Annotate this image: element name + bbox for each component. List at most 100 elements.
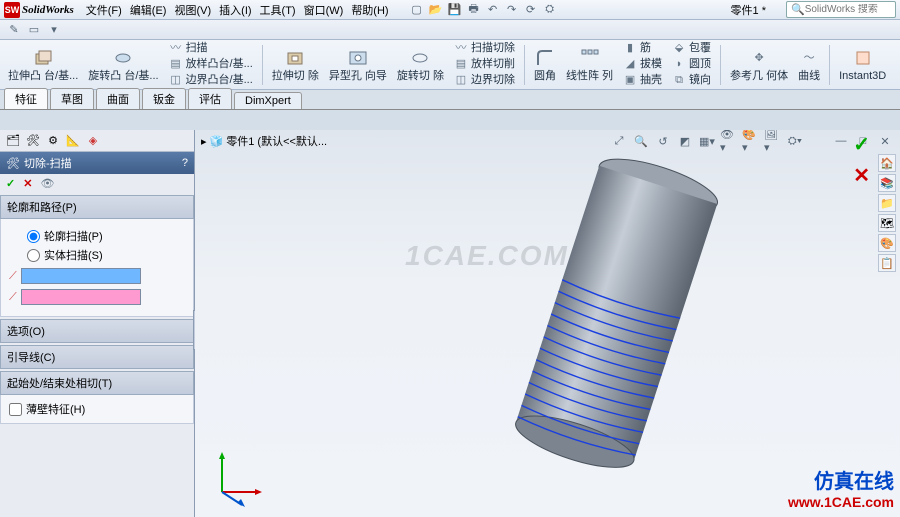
sub-toolbar: ✎ ▭ ▾ (0, 20, 900, 40)
rib-button[interactable]: ▮筋 (619, 41, 666, 57)
more-icon[interactable]: ▾ (46, 22, 62, 38)
menu-file[interactable]: 文件(F) (86, 2, 122, 18)
boundary-button[interactable]: ◫边界凸台/基... (165, 73, 257, 89)
search-input[interactable] (805, 4, 885, 15)
draft-button[interactable]: ◢拔模 (619, 57, 666, 73)
wrap-button[interactable]: ⬙包覆 (668, 41, 715, 57)
view-settings-icon[interactable]: ⛭▾ (786, 132, 804, 150)
custom-props-icon[interactable]: 📋 (878, 254, 896, 272)
appearances-pane-icon[interactable]: 🎨 (878, 234, 896, 252)
linear-pattern-button[interactable]: 线性阵 列 (562, 45, 617, 84)
dome-button[interactable]: ◗圆顶 (668, 57, 715, 73)
save-icon[interactable]: 💾 (447, 2, 463, 18)
config-tab-icon[interactable]: ⚙ (44, 132, 62, 150)
search-icon: 🔍 (791, 3, 805, 16)
sweep-button[interactable]: 〰扫描 (165, 41, 257, 57)
loft-button[interactable]: ▤放样凸台/基... (165, 57, 257, 73)
corner-ok-icon[interactable]: ✓ (853, 132, 870, 157)
pm-title: 切除-扫描 (24, 155, 72, 171)
shell-button[interactable]: ▣抽壳 (619, 73, 666, 89)
radio-sketch-profile[interactable] (27, 230, 40, 243)
resources-icon[interactable]: 🏠 (878, 154, 896, 172)
tab-dimxpert[interactable]: DimXpert (234, 92, 302, 109)
print-icon[interactable]: 🖶 (466, 2, 482, 18)
design-library-icon[interactable]: 📚 (878, 174, 896, 192)
pm-body-thin: 薄壁特征(H) (0, 395, 194, 424)
flyout-tree-root[interactable]: 零件1 (默认<<默认... (226, 133, 327, 149)
new-icon[interactable]: ▢ (409, 2, 425, 18)
thin-feature-checkbox[interactable] (9, 403, 22, 416)
thin-feature-label: 薄壁特征(H) (26, 401, 85, 417)
boundary-cut-button[interactable]: ◫边界切除 (450, 73, 519, 89)
tab-evaluate[interactable]: 评估 (188, 88, 232, 109)
close-icon[interactable]: ✕ (876, 132, 894, 150)
open-icon[interactable]: 📂 (428, 2, 444, 18)
extrude-cut-button[interactable]: 拉伸切 除 (268, 45, 323, 84)
pm-section-startend[interactable]: 起始处/结束处相切(T) (0, 371, 194, 395)
property-tab-icon[interactable]: 🛠 (24, 132, 42, 150)
menu-window[interactable]: 窗口(W) (304, 2, 344, 18)
search-box[interactable]: 🔍 (786, 1, 896, 18)
options-icon[interactable]: ⛭ (542, 2, 558, 18)
loft-cut-button[interactable]: ▤放样切削 (450, 57, 519, 73)
quick-access-toolbar: ▢ 📂 💾 🖶 ↶ ↷ ⟳ ⛭ (409, 2, 558, 18)
ribbon: 拉伸凸 台/基... 旋转凸 台/基... 〰扫描 ▤放样凸台/基... ◫边界… (0, 40, 900, 90)
menu-insert[interactable]: 插入(I) (219, 2, 251, 18)
path-selection-field[interactable] (21, 289, 141, 305)
mirror-button[interactable]: ⧉镜向 (668, 73, 715, 89)
undo-icon[interactable]: ↶ (485, 2, 501, 18)
redo-icon[interactable]: ↷ (504, 2, 520, 18)
rebuild-icon[interactable]: ⟳ (523, 2, 539, 18)
brand-cn: 仿真在线 (788, 470, 894, 494)
revolve-cut-button[interactable]: 旋转切 除 (393, 45, 448, 84)
part-icon: 🧊 (210, 135, 224, 148)
instant3d-button[interactable]: Instant3D (835, 45, 890, 84)
dimxpert-tab-icon[interactable]: 📐 (64, 132, 82, 150)
min-icon[interactable]: — (832, 132, 850, 150)
sketch-icon[interactable]: ✎ (6, 22, 22, 38)
view-palette-icon[interactable]: 🗺 (878, 214, 896, 232)
confirmation-corner: ✓ ✕ (853, 132, 870, 188)
ok-button[interactable]: ✓ (6, 177, 15, 190)
sweep-cut-button[interactable]: 〰扫描切除 (450, 41, 519, 57)
cancel-button[interactable]: ✕ (23, 177, 32, 190)
tab-features[interactable]: 特征 (4, 88, 48, 109)
app-logo-icon: SW (4, 2, 20, 18)
pm-section-options[interactable]: 选项(O) (0, 319, 194, 343)
orientation-triad[interactable] (207, 447, 267, 507)
file-explorer-icon[interactable]: 📁 (878, 194, 896, 212)
extrude-boss-button[interactable]: 拉伸凸 台/基... (4, 45, 82, 84)
ref-geometry-button[interactable]: ✥参考几 何体 (726, 45, 792, 84)
profile-icon: ⟋ (9, 270, 17, 283)
menu-edit[interactable]: 编辑(E) (130, 2, 167, 18)
graphics-area[interactable]: ▸ 🧊 零件1 (默认<<默认... ⤢ 🔍 ↺ ◩ ▦▾ 👁▾ 🎨▾ 🖼▾ ⛭… (195, 130, 900, 517)
pm-section-profile[interactable]: 轮廓和路径(P) (0, 195, 194, 219)
display-tab-icon[interactable]: ◈ (84, 132, 102, 150)
menu-bar: 文件(F) 编辑(E) 视图(V) 插入(I) 工具(T) 窗口(W) 帮助(H… (86, 2, 389, 18)
menu-view[interactable]: 视图(V) (174, 2, 211, 18)
radio-solid-profile[interactable] (27, 249, 40, 262)
menu-help[interactable]: 帮助(H) (351, 2, 388, 18)
pm-section-guides[interactable]: 引导线(C) (0, 345, 194, 369)
radio-sketch-label: 轮廓扫描(P) (44, 228, 103, 244)
radio-solid-label: 实体扫描(S) (44, 247, 103, 263)
help-icon[interactable]: ? (182, 157, 188, 169)
curves-button[interactable]: 〜曲线 (794, 45, 824, 84)
preview-icon[interactable]: 👁 (40, 177, 54, 190)
flyout-tree-icon[interactable]: ▸ (201, 135, 207, 148)
revolve-boss-button[interactable]: 旋转凸 台/基... (84, 45, 162, 84)
pm-body-profile: 轮廓扫描(P) 实体扫描(S) ⟋ ⟋ (0, 219, 194, 317)
hole-wizard-button[interactable]: 异型孔 向导 (325, 45, 391, 84)
fillet-button[interactable]: 圆角 (530, 45, 560, 84)
menu-tools[interactable]: 工具(T) (260, 2, 296, 18)
title-bar: SW SolidWorks 文件(F) 编辑(E) 视图(V) 插入(I) 工具… (0, 0, 900, 20)
tab-sheetmetal[interactable]: 钣金 (142, 88, 186, 109)
select-icon[interactable]: ▭ (26, 22, 42, 38)
feature-tree-tab-icon[interactable]: 🗂 (4, 132, 22, 150)
profile-selection-field[interactable] (21, 268, 141, 284)
document-title: 零件1 * (731, 2, 766, 18)
tab-surface[interactable]: 曲面 (96, 88, 140, 109)
corner-cancel-icon[interactable]: ✕ (853, 163, 870, 188)
tab-sketch[interactable]: 草图 (50, 88, 94, 109)
footer-brand: 仿真在线 www.1CAE.com (788, 470, 894, 511)
